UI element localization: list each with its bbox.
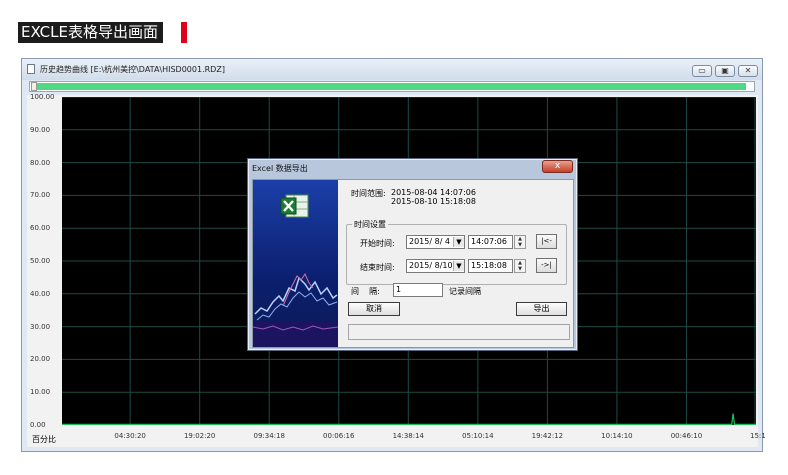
interval-input[interactable]: 1 <box>393 283 443 297</box>
time-range-label: 时间范围: <box>351 189 386 198</box>
x-tick-label: 05:10:14 <box>462 432 494 440</box>
x-tick-label: 10:14:10 <box>601 432 633 440</box>
excel-export-dialog: Excel 数据导出 x 时间范围: 2015-08-04 14:07:06 2… <box>247 158 578 351</box>
end-date-value: 2015/ 8/10 <box>409 261 453 270</box>
y-tick-label: 80.00 <box>30 158 51 167</box>
export-status-bar <box>348 324 570 340</box>
window-title: 历史趋势曲线 [E:\杭州美控\DATA\HISD0001.RDZ] <box>40 65 225 74</box>
end-time-label: 结束时间: <box>360 263 395 272</box>
y-tick-label: 0.00 <box>30 421 46 429</box>
y-tick-label: 30.00 <box>30 322 51 331</box>
x-tick-label: 19:02:20 <box>183 432 216 440</box>
trend-series-line <box>62 413 756 425</box>
end-date-picker[interactable]: 2015/ 8/10 ▼ <box>406 259 465 273</box>
x-tick-label: 04:30:20 <box>114 432 146 440</box>
decorative-wave-icon <box>253 272 338 347</box>
end-time-spinner[interactable]: ▲ ▼ <box>514 259 526 273</box>
window-titlebar[interactable]: 历史趋势曲线 [E:\杭州美控\DATA\HISD0001.RDZ] ▭ ▣ ✕ <box>22 59 762 80</box>
export-button[interactable]: 导出 <box>516 302 567 316</box>
dialog-title: Excel 数据导出 <box>252 164 308 173</box>
interval-unit-label: 记录间隔 <box>449 287 481 296</box>
chevron-down-icon[interactable]: ▼ <box>453 237 464 247</box>
end-time-field[interactable]: 15:18:08 <box>468 259 513 273</box>
time-settings-group <box>346 224 567 285</box>
cancel-button[interactable]: 取消 <box>348 302 400 316</box>
y-tick-label: 90.00 <box>30 125 51 134</box>
chevron-down-icon[interactable]: ▼ <box>453 261 464 271</box>
y-tick-label: 20.00 <box>30 355 51 364</box>
banner-accent-bar <box>181 22 187 43</box>
start-time-field[interactable]: 14:07:06 <box>468 235 513 249</box>
minimize-button[interactable]: ▭ <box>692 65 712 77</box>
start-date-picker[interactable]: 2015/ 8/ 4 ▼ <box>406 235 465 249</box>
y-tick-label: 70.00 <box>30 191 51 200</box>
document-icon <box>27 64 35 74</box>
y-tick-label: 100.00 <box>30 93 55 101</box>
interval-label: 间 隔: <box>351 287 380 296</box>
y-tick-label: 50.00 <box>30 257 51 265</box>
close-window-button[interactable]: ✕ <box>738 65 758 77</box>
dialog-close-button[interactable]: x <box>542 160 573 173</box>
time-range-end: 2015-08-10 15:18:08 <box>391 197 476 206</box>
x-tick-label: 19:42:12 <box>531 432 564 440</box>
time-range-start: 2015-08-04 14:07:06 <box>391 188 476 197</box>
time-scroll-fill <box>31 83 746 90</box>
unit-label: 百分比 <box>32 435 56 444</box>
x-tick-label: 00:46:10 <box>670 432 703 440</box>
time-scroll-bar[interactable] <box>29 81 755 92</box>
time-scroll-handle[interactable] <box>31 82 37 91</box>
x-tick-label: 15:1 <box>750 432 766 440</box>
dialog-body: 时间范围: 2015-08-04 14:07:06 2015-08-10 15:… <box>252 179 574 348</box>
x-tick-label: 14:38:14 <box>392 432 425 440</box>
start-date-value: 2015/ 8/ 4 <box>409 237 451 246</box>
maximize-button[interactable]: ▣ <box>715 65 735 77</box>
y-tick-label: 40.00 <box>30 289 51 298</box>
start-time-spinner[interactable]: ▲ ▼ <box>514 235 526 249</box>
excel-side-banner <box>253 180 338 347</box>
y-tick-label: 60.00 <box>30 224 51 233</box>
start-nav-button[interactable]: |<- <box>536 234 557 249</box>
x-tick-label: 00:06:16 <box>323 432 355 440</box>
x-tick-label: 09:34:18 <box>253 432 285 440</box>
time-settings-title: 时间设置 <box>352 219 388 230</box>
y-tick-label: 10.00 <box>30 388 51 397</box>
page-banner: EXCLE表格导出画面 <box>18 22 163 43</box>
end-nav-button[interactable]: ->| <box>536 258 557 273</box>
start-time-label: 开始时间: <box>360 239 395 248</box>
